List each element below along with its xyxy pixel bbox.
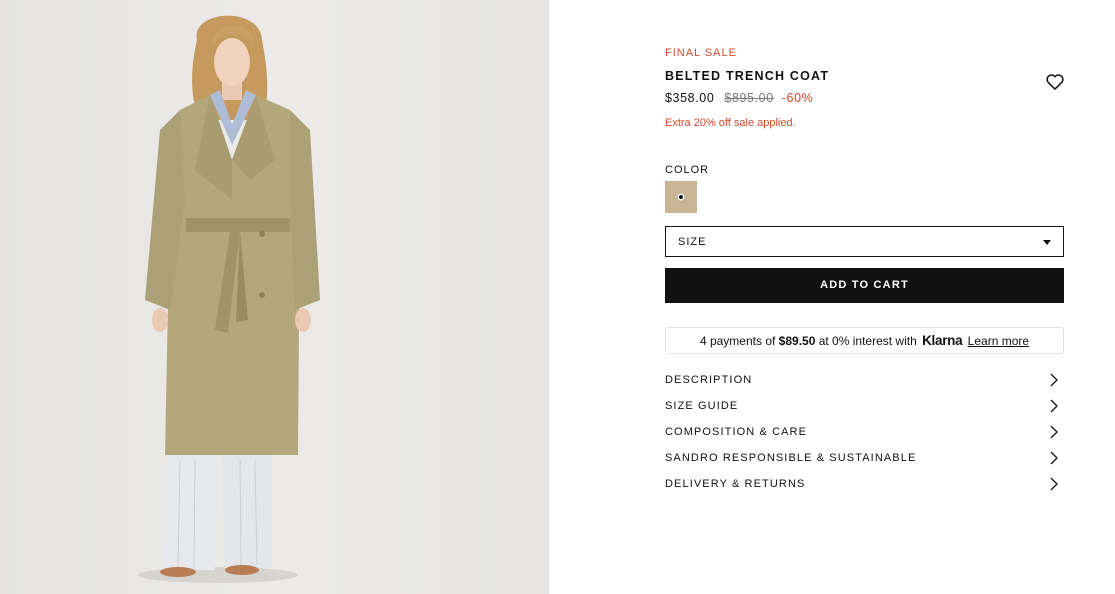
accordion-delivery-returns[interactable]: DELIVERY & RETURNS bbox=[665, 471, 1064, 497]
wishlist-button[interactable] bbox=[1045, 72, 1065, 92]
accordion-label: DESCRIPTION bbox=[665, 374, 753, 386]
discount-percent: -60% bbox=[781, 91, 814, 105]
klarna-middle: at 0% interest with bbox=[818, 334, 917, 348]
size-dropdown[interactable]: SIZE bbox=[665, 226, 1064, 257]
accordion-label: DELIVERY & RETURNS bbox=[665, 478, 806, 490]
accordion-description[interactable]: DESCRIPTION bbox=[665, 367, 1064, 393]
chevron-right-icon bbox=[1050, 425, 1058, 439]
selected-indicator bbox=[679, 195, 683, 199]
klarna-amount: $89.50 bbox=[778, 334, 816, 348]
size-dropdown-label: SIZE bbox=[678, 236, 707, 248]
heart-icon bbox=[1046, 74, 1064, 90]
color-swatch[interactable] bbox=[665, 181, 697, 213]
accordion-size-guide[interactable]: SIZE GUIDE bbox=[665, 393, 1064, 419]
info-accordion: DESCRIPTION SIZE GUIDE COMPOSITION & CAR… bbox=[665, 367, 1064, 497]
sale-price: $358.00 bbox=[665, 91, 715, 105]
chevron-right-icon bbox=[1050, 451, 1058, 465]
product-image[interactable] bbox=[0, 0, 549, 594]
promo-note: Extra 20% off sale applied. bbox=[665, 117, 796, 129]
model-illustration bbox=[138, 15, 320, 583]
chevron-right-icon bbox=[1050, 399, 1058, 413]
accordion-responsible-sustainable[interactable]: SANDRO RESPONSIBLE & SUSTAINABLE bbox=[665, 445, 1064, 471]
caret-down-icon bbox=[1043, 240, 1051, 245]
final-sale-badge: FINAL SALE bbox=[665, 47, 737, 59]
klarna-learn-more-link[interactable]: Learn more bbox=[968, 334, 1029, 348]
accordion-label: SANDRO RESPONSIBLE & SUSTAINABLE bbox=[665, 452, 917, 464]
klarna-logo: Klarna bbox=[922, 333, 963, 348]
accordion-label: COMPOSITION & CARE bbox=[665, 426, 808, 438]
chevron-right-icon bbox=[1050, 373, 1058, 387]
add-to-cart-button[interactable]: ADD TO CART bbox=[665, 268, 1064, 303]
klarna-banner: 4 payments of $89.50 at 0% interest with… bbox=[665, 327, 1064, 354]
price-row: $358.00 $895.00 -60% bbox=[665, 91, 813, 105]
accordion-composition-care[interactable]: COMPOSITION & CARE bbox=[665, 419, 1064, 445]
product-title: BELTED TRENCH COAT bbox=[665, 69, 830, 83]
chevron-right-icon bbox=[1050, 477, 1058, 491]
klarna-prefix: 4 payments of bbox=[699, 334, 776, 348]
accordion-label: SIZE GUIDE bbox=[665, 400, 739, 412]
color-label: COLOR bbox=[665, 164, 710, 176]
original-price: $895.00 bbox=[724, 91, 774, 105]
